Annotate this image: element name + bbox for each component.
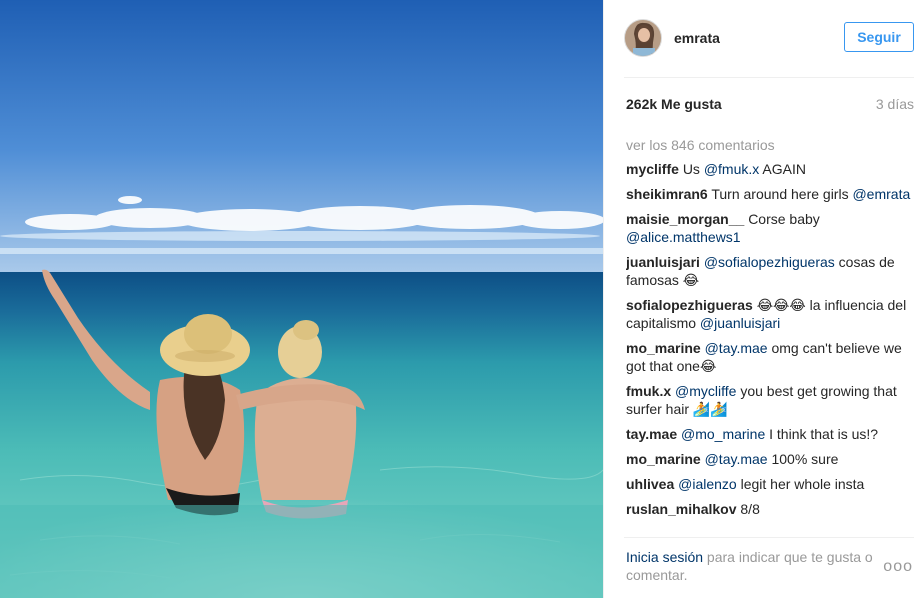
post-header: emrata Seguir: [624, 18, 914, 58]
comment-item: maisie_morgan__ Corse baby @alice.matthe…: [626, 210, 914, 246]
comment-text: I think that is us!?: [765, 426, 879, 442]
likes-count[interactable]: 262k Me gusta: [626, 96, 722, 112]
beach-photo-image: [0, 0, 603, 598]
comment-mention-link[interactable]: @fmuk.x: [704, 161, 759, 177]
login-prompt: Inicia sesión para indicar que te gusta …: [626, 548, 891, 584]
comment-item: mo_marine @tay.mae 100% sure: [626, 450, 914, 468]
comment-mention-link[interactable]: @mo_marine: [681, 426, 765, 442]
comment-username[interactable]: mycliffe: [626, 161, 679, 177]
more-options-icon[interactable]: ooo: [883, 558, 913, 576]
comment-item: ruslan_mihalkov 8/8: [626, 500, 914, 518]
comment-text: 100% sure: [767, 451, 839, 467]
post-side-panel: emrata Seguir 262k Me gusta 3 días ver l…: [603, 0, 921, 598]
comment-item: sofialopezhigueras 😂😂😂 la influencia del…: [626, 296, 914, 332]
comment-mention-link[interactable]: @ialenzo: [678, 476, 737, 492]
login-link[interactable]: Inicia sesión: [626, 549, 703, 565]
post-photo[interactable]: [0, 0, 603, 598]
post-time[interactable]: 3 días: [876, 96, 914, 112]
comment-mention-link[interactable]: @sofialopezhigueras: [704, 254, 835, 270]
profile-picture-icon: [625, 20, 661, 56]
comment-text: Corse baby: [748, 211, 820, 227]
comment-mention-link[interactable]: @alice.matthews1: [626, 229, 741, 245]
comments-list: ver los 846 comentarios mycliffe Us @fmu…: [626, 136, 914, 529]
post-stats: 262k Me gusta 3 días: [626, 96, 914, 116]
comment-item: sheikimran6 Turn around here girls @emra…: [626, 185, 914, 203]
avatar[interactable]: [624, 19, 662, 57]
comment-text: legit her whole insta: [736, 476, 865, 492]
username[interactable]: emrata: [674, 30, 720, 46]
comment-text: AGAIN: [759, 161, 806, 177]
comment-mention-link[interactable]: @tay.mae: [705, 451, 768, 467]
comment-item: mycliffe Us @fmuk.x AGAIN: [626, 160, 914, 178]
comment-username[interactable]: sofialopezhigueras: [626, 297, 753, 313]
comment-username[interactable]: sheikimran6: [626, 186, 708, 202]
comment-username[interactable]: tay.mae: [626, 426, 677, 442]
comment-item: mo_marine @tay.mae omg can't believe we …: [626, 339, 914, 375]
comment-username[interactable]: juanluisjari: [626, 254, 700, 270]
comment-username[interactable]: mo_marine: [626, 340, 701, 356]
comment-text: Turn around here girls: [711, 186, 853, 202]
comment-text: Us: [682, 161, 704, 177]
comment-username[interactable]: ruslan_mihalkov: [626, 501, 737, 517]
comment-item: fmuk.x @mycliffe you best get growing th…: [626, 382, 914, 418]
comment-item: uhlivea @ialenzo legit her whole insta: [626, 475, 914, 493]
header-divider: [624, 77, 914, 78]
comment-username[interactable]: mo_marine: [626, 451, 701, 467]
footer-divider: [624, 537, 914, 538]
comment-mention-link[interactable]: @tay.mae: [705, 340, 768, 356]
comment-item: juanluisjari @sofialopezhigueras cosas d…: [626, 253, 914, 289]
comment-mention-link[interactable]: @mycliffe: [675, 383, 736, 399]
comment-username[interactable]: maisie_morgan__: [626, 211, 744, 227]
comment-mention-link[interactable]: @juanluisjari: [700, 315, 780, 331]
comment-username[interactable]: uhlivea: [626, 476, 674, 492]
comment-text: 8/8: [740, 501, 760, 517]
comment-mention-link[interactable]: @emrata: [852, 186, 910, 202]
follow-button[interactable]: Seguir: [844, 22, 914, 52]
comment-item: tay.mae @mo_marine I think that is us!?: [626, 425, 914, 443]
comment-username[interactable]: fmuk.x: [626, 383, 671, 399]
view-all-comments-link[interactable]: ver los 846 comentarios: [626, 136, 914, 154]
